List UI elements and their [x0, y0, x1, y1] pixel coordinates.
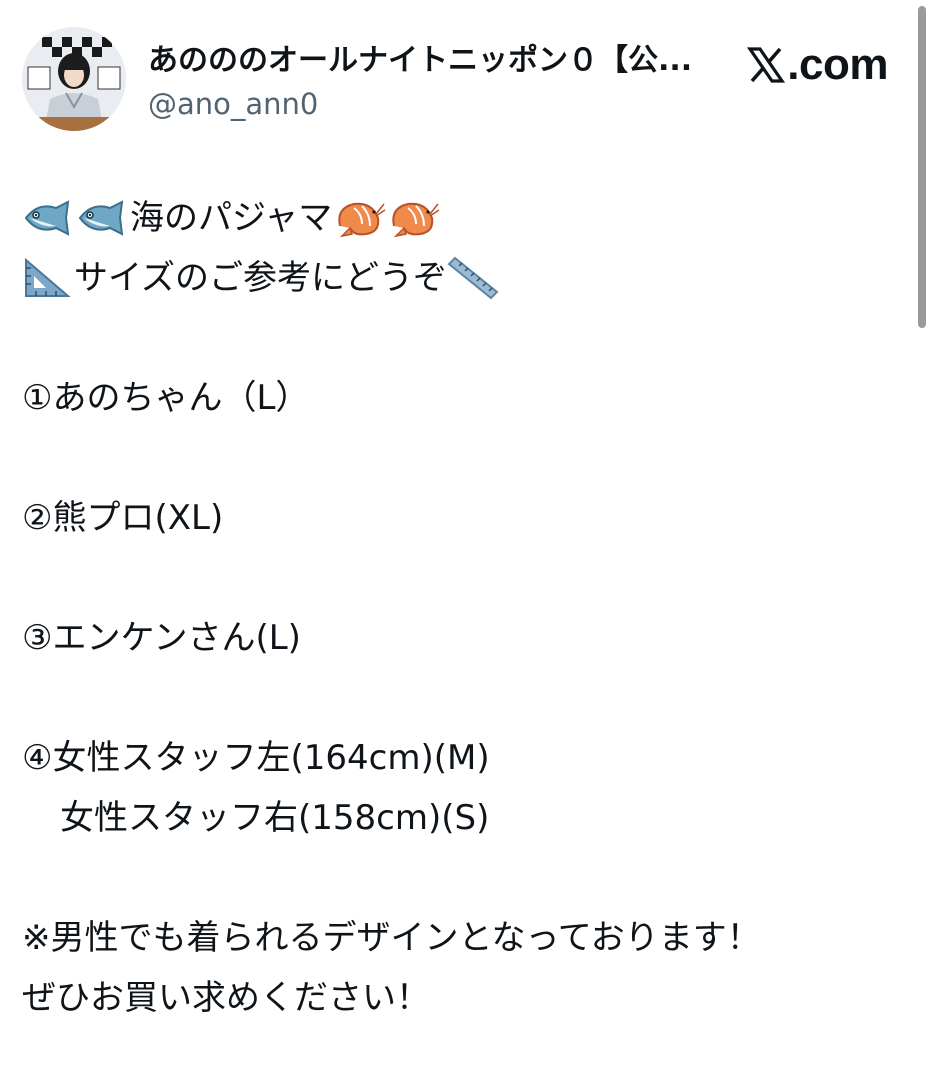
straight-ruler-icon [447, 256, 499, 300]
title-line: 海のパジャマ [22, 188, 882, 248]
note-line-1: ※男性でも着られるデザインとなっております！ [22, 918, 761, 958]
subtitle-text: サイズのご参考にどうぞ [74, 258, 447, 298]
size-item-4b: 女性スタッフ右(158cm)(S) [60, 798, 490, 838]
author-display-name[interactable]: あのののオールナイトニッポン０【公... [148, 43, 708, 79]
shrimp-icon [332, 196, 386, 240]
fish-icon [22, 198, 76, 238]
subtitle-line: サイズのご参考にどうぞ [22, 248, 882, 308]
size-item-1: ①あのちゃん（L） [22, 378, 310, 418]
triangular-ruler-icon [22, 256, 74, 300]
fish-icon [76, 198, 130, 238]
author-handle[interactable]: @ano_ann0 [148, 87, 318, 121]
size-item-3: ③エンケンさん(L) [22, 618, 301, 658]
tweet-header: あのののオールナイトニッポン０【公... @ano_ann0 .com [22, 27, 902, 133]
size-item-2: ②熊プロ(XL) [22, 498, 224, 538]
shrimp-icon [386, 196, 440, 240]
x-logo-icon [747, 46, 786, 84]
brand-text: .com [787, 40, 888, 89]
note-line-2: ぜひお買い求めください！ [22, 978, 430, 1018]
title-text: 海のパジャマ [130, 198, 333, 238]
scrollbar[interactable] [918, 6, 926, 328]
tweet-body: 海のパジャマ サイズのご参考にどうぞ ①あのちゃん（L） ②熊プロ(XL) ③エ… [22, 188, 882, 1028]
x-brand-link[interactable]: .com [747, 41, 888, 89]
tweet-screenshot: あのののオールナイトニッポン０【公... @ano_ann0 .com 海のパジ… [0, 0, 929, 1080]
size-item-4a: ④女性スタッフ左(164cm)(M) [22, 738, 490, 778]
avatar[interactable] [22, 27, 126, 131]
